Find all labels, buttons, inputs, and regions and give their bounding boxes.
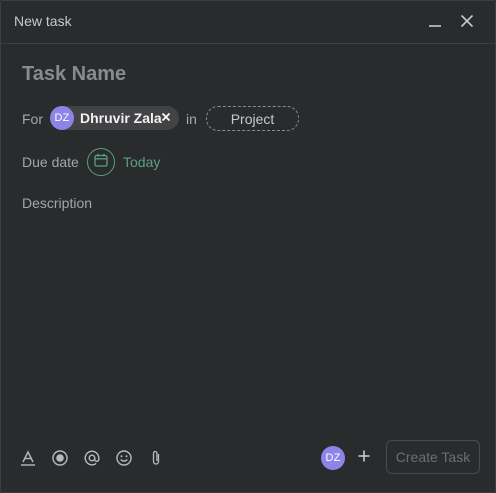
plus-icon [357,449,371,468]
description-field[interactable] [22,195,472,415]
close-button[interactable] [456,10,478,32]
due-date-label: Due date [22,154,79,170]
mention-button[interactable] [82,448,102,468]
due-date-value[interactable]: Today [123,154,160,170]
text-format-button[interactable] [18,448,38,468]
close-icon [460,14,474,28]
new-task-dialog: New task For DZ Dhruvir Zala [0,0,496,493]
minimize-button[interactable] [424,10,446,32]
assignee-chip[interactable]: DZ Dhruvir Zala [50,106,179,130]
x-icon [161,109,171,127]
record-button[interactable] [50,448,70,468]
text-format-icon [19,449,37,467]
project-selector[interactable]: Project [206,106,299,131]
dialog-title: New task [14,13,72,29]
assignee-avatar: DZ [50,106,74,130]
mention-icon [83,449,101,467]
attachment-button[interactable] [146,448,166,468]
create-task-button[interactable]: Create Task [386,440,480,474]
collaborator-initials: DZ [321,446,345,470]
record-icon [51,449,69,467]
remove-assignee-button[interactable] [160,112,172,124]
task-name-input[interactable] [22,63,462,86]
dialog-header: New task [1,1,495,44]
attachment-icon [147,449,165,467]
calendar-icon [94,153,108,172]
emoji-button[interactable] [114,448,134,468]
project-label: in [186,111,197,127]
due-date-button[interactable] [87,148,115,176]
assignee-label: For [22,111,43,127]
assignee-name: Dhruvir Zala [80,110,162,126]
collaborator-avatar[interactable]: DZ [321,446,345,470]
emoji-icon [115,449,133,467]
add-collaborator-button[interactable] [354,448,374,468]
minimize-icon [428,14,442,28]
